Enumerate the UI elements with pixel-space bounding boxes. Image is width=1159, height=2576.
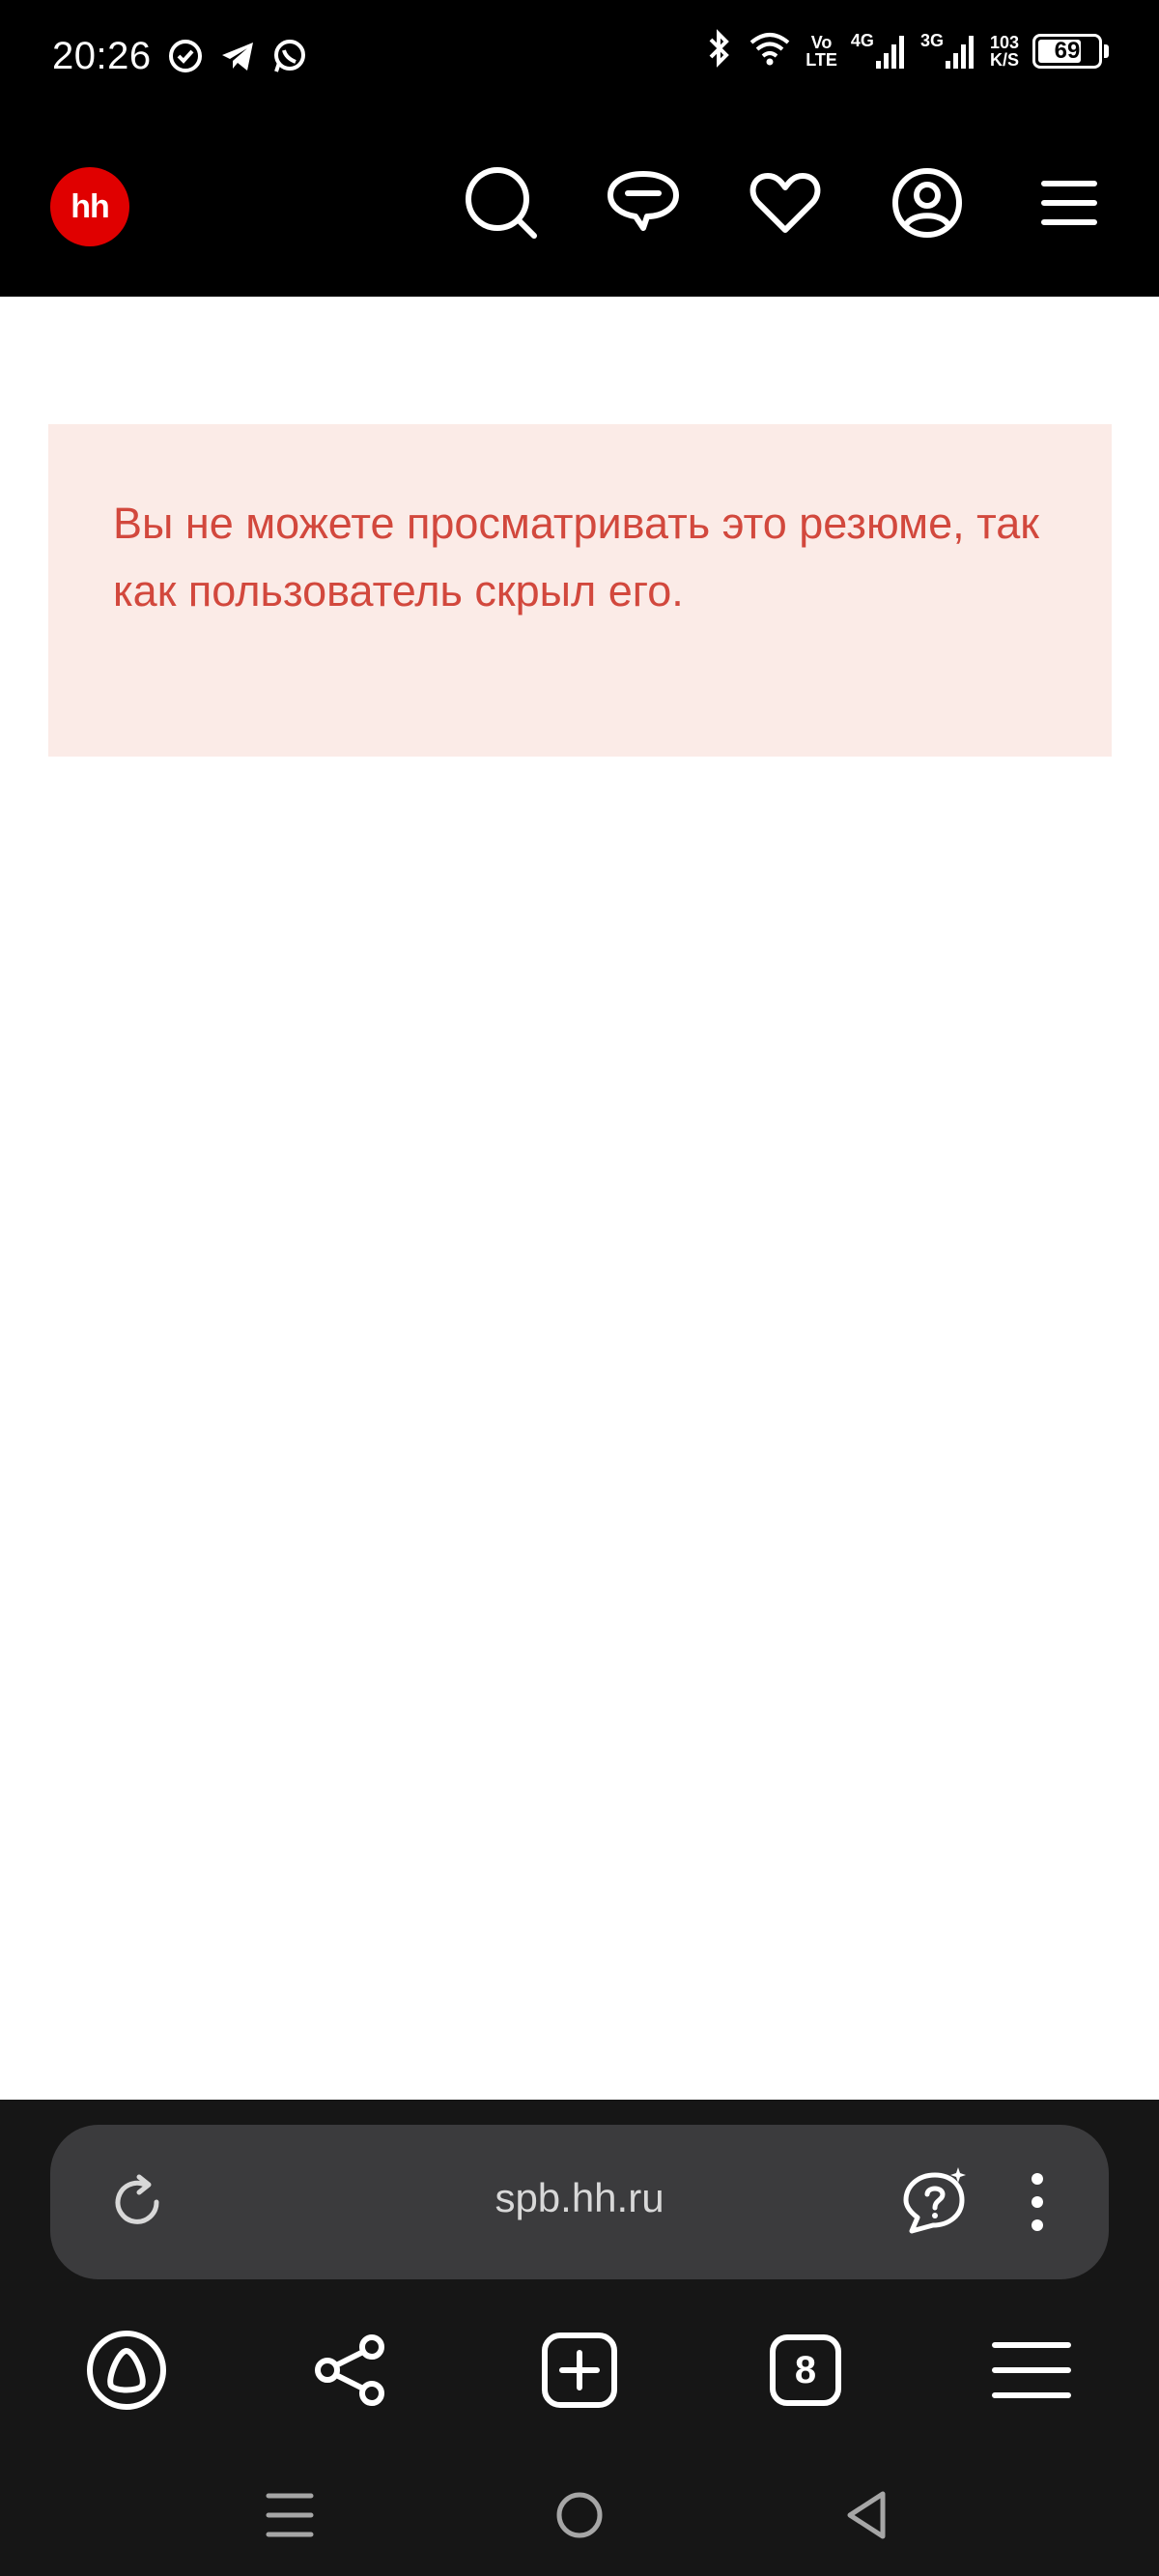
battery-body: 69 bbox=[1032, 33, 1102, 69]
status-bar: 20:26 Vo LTE 4G 3G 103 K/S 69 bbox=[0, 0, 1159, 116]
favorites-heart-icon[interactable] bbox=[747, 164, 824, 242]
status-time: 20:26 bbox=[52, 35, 152, 77]
battery-tip bbox=[1104, 43, 1109, 58]
home-icon[interactable] bbox=[541, 2476, 618, 2554]
4g-signal-icon: 4G bbox=[851, 32, 907, 71]
status-left-icons bbox=[166, 37, 309, 80]
volte-bottom-label: LTE bbox=[806, 49, 837, 70]
browser-bottom-bar: spb.hh.ru 8 bbox=[0, 2100, 1159, 2576]
hh-logo[interactable]: hh bbox=[50, 167, 129, 246]
address-bar[interactable]: spb.hh.ru bbox=[50, 2125, 1109, 2279]
more-vertical-icon[interactable] bbox=[997, 2161, 1078, 2243]
status-right-icons: Vo LTE 4G 3G 103 K/S 69 bbox=[705, 29, 1109, 72]
speed-value: 103 bbox=[989, 32, 1019, 52]
hidden-resume-alert: Вы не можете просматривать это резюме, т… bbox=[48, 424, 1112, 757]
back-icon[interactable] bbox=[829, 2476, 906, 2554]
telegram-icon bbox=[218, 37, 257, 80]
site-header: hh bbox=[0, 116, 1159, 297]
speed-unit: K/S bbox=[989, 49, 1019, 70]
wifi-icon bbox=[748, 29, 792, 72]
alert-message: Вы не можете просматривать это резюме, т… bbox=[113, 499, 1039, 615]
browser-toolbar: 8 bbox=[0, 2322, 1159, 2438]
alice-icon[interactable] bbox=[78, 2322, 175, 2419]
tabs-icon[interactable]: 8 bbox=[757, 2322, 854, 2419]
battery-level: 69 bbox=[1054, 37, 1081, 64]
speed-indicator: 103 K/S bbox=[990, 34, 1019, 69]
3g-signal-icon: 3G bbox=[920, 32, 976, 71]
system-nav-bar bbox=[0, 2467, 1159, 2576]
tabs-count: 8 bbox=[770, 2334, 841, 2406]
battery-icon: 69 bbox=[1032, 33, 1109, 69]
search-icon[interactable] bbox=[463, 164, 540, 242]
volte-icon: Vo LTE bbox=[806, 34, 837, 69]
profile-icon[interactable] bbox=[889, 164, 966, 242]
3g-label: 3G bbox=[919, 30, 944, 50]
share-icon[interactable] bbox=[302, 2322, 399, 2419]
assistant-question-icon[interactable] bbox=[894, 2161, 975, 2243]
browser-menu-icon[interactable] bbox=[983, 2322, 1080, 2419]
volte-top-label: Vo bbox=[810, 32, 833, 52]
4g-label: 4G bbox=[850, 30, 874, 50]
sync-check-icon bbox=[166, 37, 205, 80]
chat-icon[interactable] bbox=[605, 164, 682, 242]
whatsapp-icon bbox=[270, 37, 309, 80]
menu-icon[interactable] bbox=[1031, 164, 1108, 242]
recent-apps-icon[interactable] bbox=[251, 2476, 328, 2554]
new-tab-icon[interactable] bbox=[531, 2322, 628, 2419]
bluetooth-icon bbox=[705, 29, 734, 72]
